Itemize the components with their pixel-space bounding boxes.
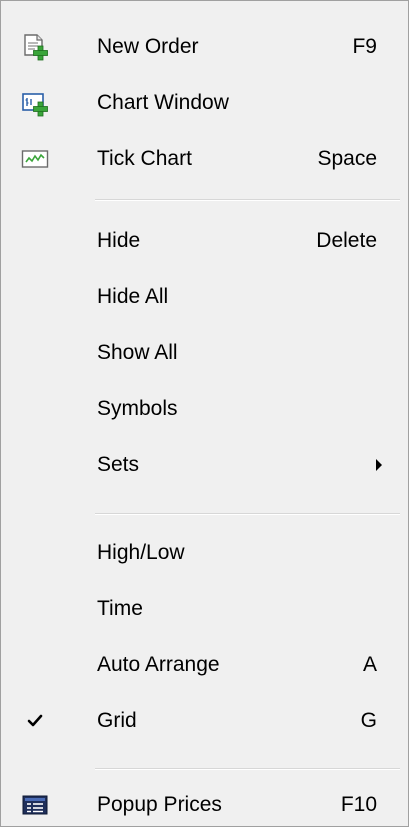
- menu-item-hide[interactable]: Hide Delete: [1, 215, 408, 267]
- menu-item-shortcut: A: [362, 653, 377, 676]
- tick-chart-icon: [21, 145, 49, 173]
- menu-item-hide-all[interactable]: Hide All: [1, 271, 408, 323]
- menu-item-chart-window[interactable]: Chart Window: [1, 77, 408, 129]
- menu-item-label: Tick Chart: [97, 147, 192, 170]
- menu-item-grid[interactable]: Grid G: [1, 695, 408, 747]
- popup-prices-icon: [21, 791, 49, 819]
- menu-item-label: Chart Window: [97, 91, 229, 114]
- menu-item-high-low[interactable]: High/Low: [1, 527, 408, 579]
- menu-item-label: Symbols: [97, 397, 178, 420]
- menu-item-sets[interactable]: Sets: [1, 439, 408, 491]
- menu-separator: [95, 513, 400, 515]
- menu-separator: [95, 199, 400, 201]
- menu-item-tick-chart[interactable]: Tick Chart Space: [1, 133, 408, 185]
- menu-item-label: Sets: [97, 453, 140, 476]
- menu-item-shortcut: F10: [340, 793, 377, 816]
- menu-item-label: High/Low: [97, 541, 185, 564]
- menu-item-auto-arrange[interactable]: Auto Arrange A: [1, 639, 408, 691]
- menu-item-label: Grid: [97, 709, 137, 732]
- menu-item-label: Popup Prices: [97, 793, 222, 816]
- menu-item-popup-prices[interactable]: Popup Prices F10: [1, 779, 408, 826]
- menu-separator: [95, 768, 400, 770]
- new-order-icon: [21, 33, 49, 61]
- menu-item-shortcut: G: [360, 709, 377, 732]
- menu-item-label: Hide: [97, 229, 141, 252]
- menu-item-label: New Order: [97, 35, 199, 58]
- menu-item-new-order[interactable]: New Order F9: [1, 21, 408, 73]
- menu-item-time[interactable]: Time: [1, 583, 408, 635]
- submenu-arrow-icon: [376, 459, 382, 471]
- menu-item-label: Auto Arrange: [97, 653, 220, 676]
- menu-item-label: Show All: [97, 341, 178, 364]
- menu-item-shortcut: Space: [317, 147, 377, 170]
- context-menu: New Order F9 Chart Window Tick Chart Spa…: [0, 0, 409, 827]
- menu-item-symbols[interactable]: Symbols: [1, 383, 408, 435]
- chart-window-icon: [21, 89, 49, 117]
- checkmark-icon: [23, 708, 47, 732]
- menu-item-shortcut: F9: [352, 35, 377, 58]
- menu-item-shortcut: Delete: [316, 229, 377, 252]
- menu-item-show-all[interactable]: Show All: [1, 327, 408, 379]
- menu-item-label: Hide All: [97, 285, 169, 308]
- menu-item-label: Time: [97, 597, 143, 620]
